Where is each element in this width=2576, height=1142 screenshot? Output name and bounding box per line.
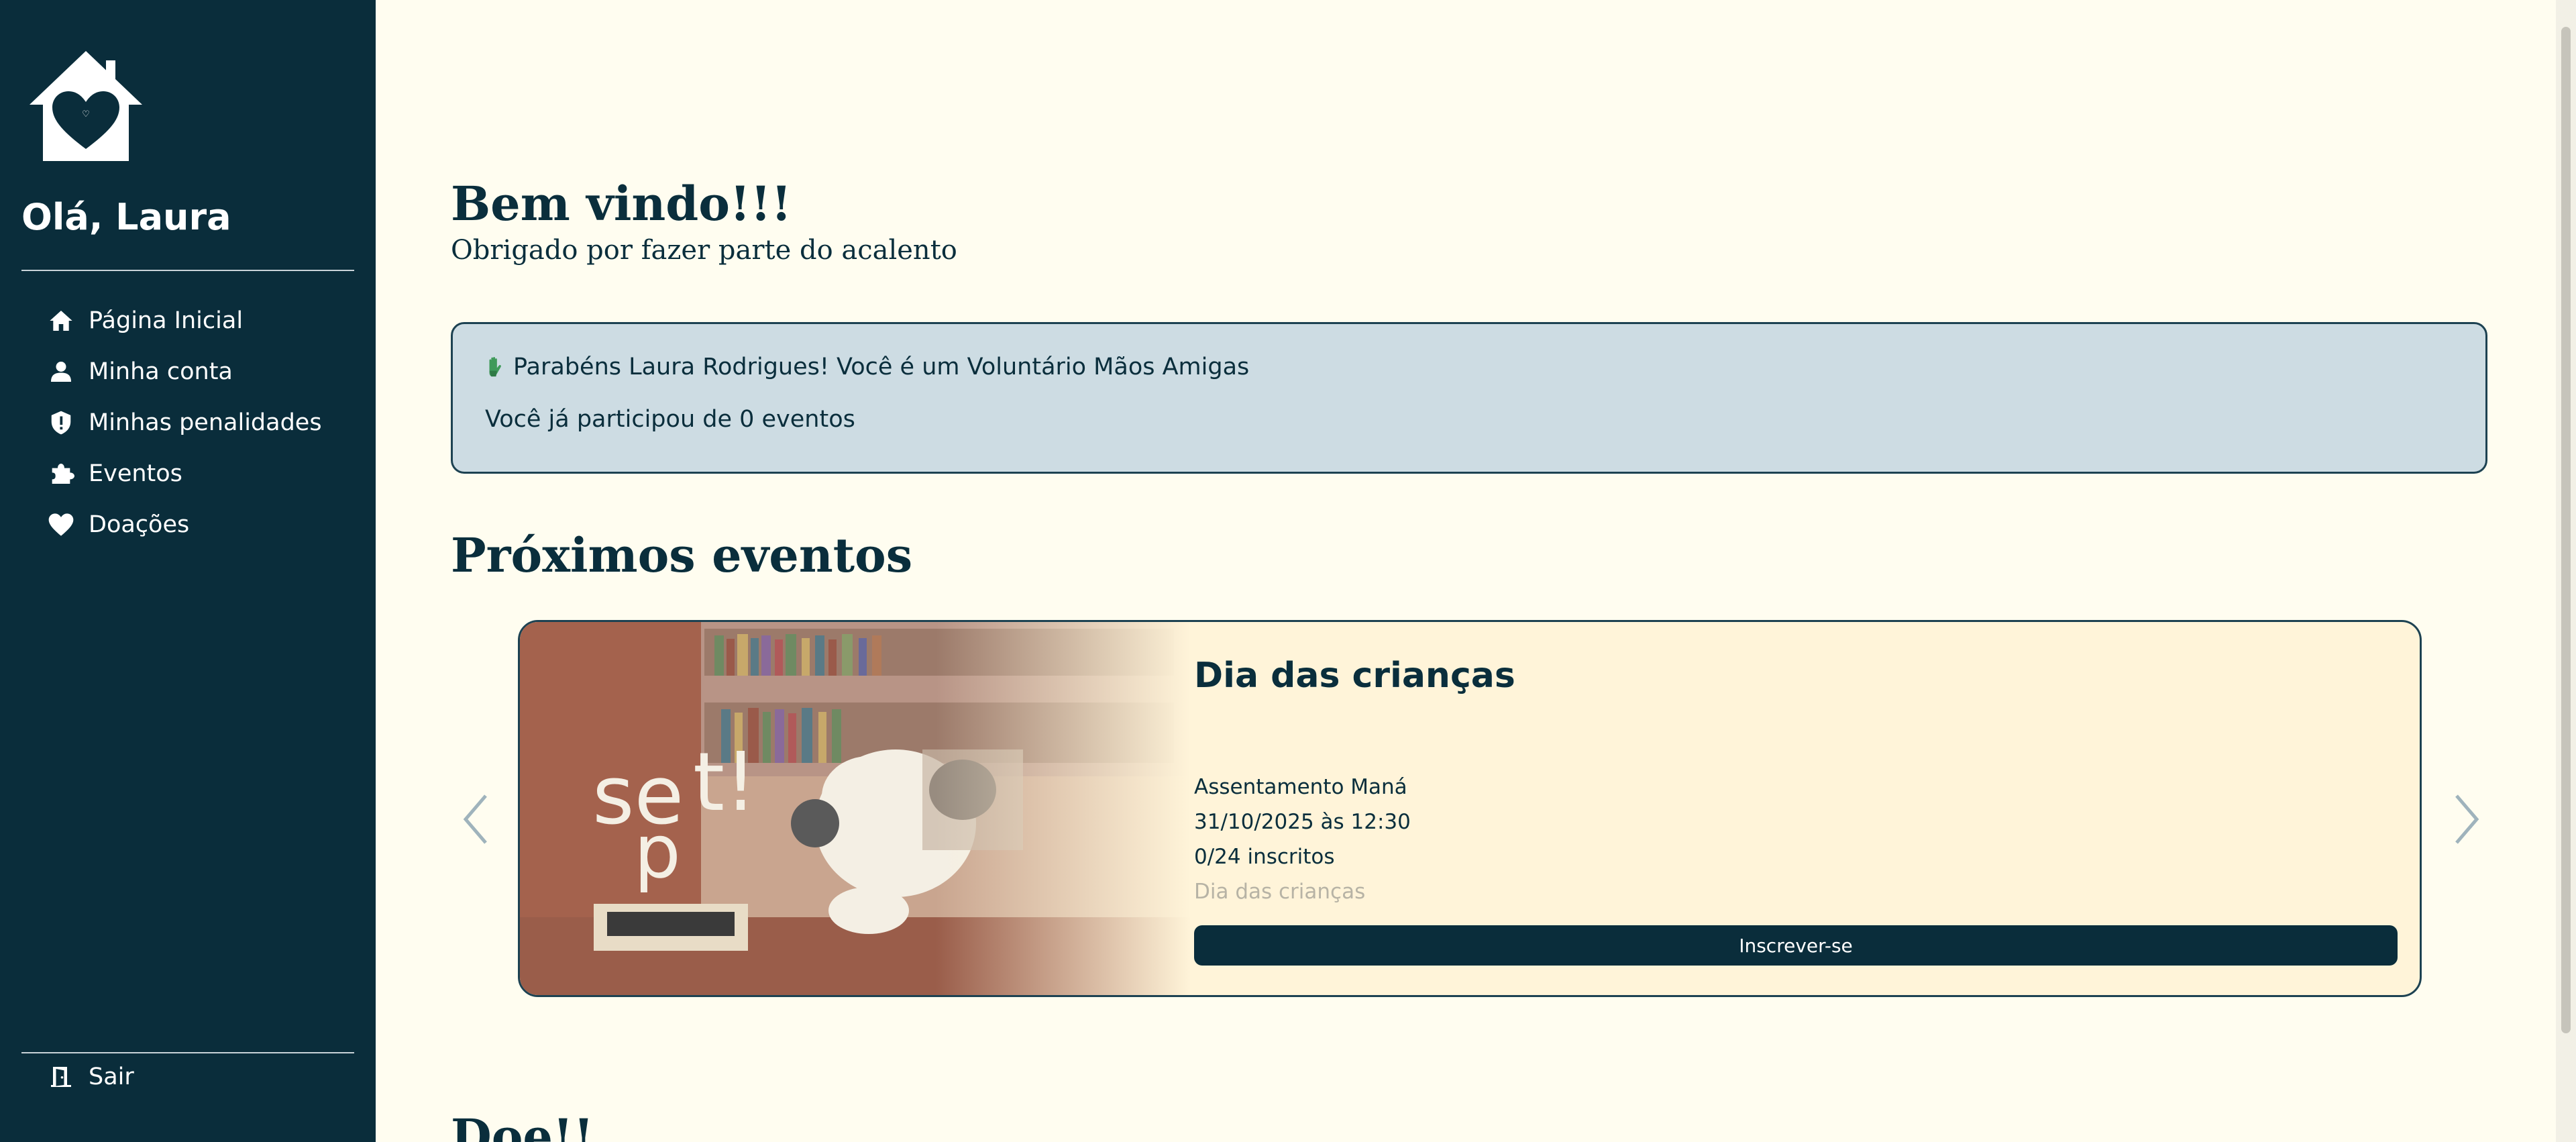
event-description: Dia das crianças (1194, 880, 1366, 904)
logout-label: Sair (89, 1063, 134, 1090)
sidebar-item-label: Doações (89, 511, 190, 538)
sidebar-item-doacoes[interactable]: Doações (46, 499, 368, 550)
sidebar: ♡ Olá, Laura Página Inicial Minha conta … (0, 0, 376, 1142)
event-enrolled-count: 0/24 inscritos (1194, 845, 1335, 869)
welcome-subtitle: Obrigado por fazer parte do acalento (451, 235, 957, 266)
greeting: Olá, Laura (21, 196, 231, 238)
sidebar-nav: Página Inicial Minha conta Minhas penali… (46, 295, 368, 550)
notice-participation-line: Você já participou de 0 eventos (485, 406, 2453, 433)
upcoming-events-title: Próximos eventos (451, 527, 913, 583)
logout-button[interactable]: Sair (46, 1061, 134, 1092)
event-datetime: 31/10/2025 às 12:30 (1194, 810, 1411, 834)
notice-participation-text: Você já participou de 0 eventos (485, 406, 855, 433)
carousel-next-chevron-icon[interactable] (2446, 789, 2486, 849)
puzzle-icon (46, 458, 76, 489)
sidebar-divider-bottom (21, 1052, 354, 1053)
door-exit-icon (46, 1061, 76, 1092)
svg-text:♡: ♡ (82, 109, 90, 119)
notice-congrats-text: Parabéns Laura Rodrigues! Você é um Volu… (513, 354, 1250, 380)
sidebar-item-eventos[interactable]: Eventos (46, 448, 368, 499)
subscribe-button[interactable]: Inscrever-se (1194, 925, 2398, 966)
event-image: se t! p (520, 622, 1191, 995)
sidebar-item-label: Minha conta (89, 358, 233, 385)
event-title: Dia das crianças (1194, 656, 1515, 696)
home-icon (46, 305, 76, 336)
raised-hand-icon (489, 356, 501, 377)
donate-section-title: Doe!! (451, 1108, 594, 1142)
logo-house-heart-icon[interactable]: ♡ (30, 51, 142, 164)
event-card: se t! p Dia das crianças Assentamento Ma… (518, 620, 2422, 997)
user-icon (46, 356, 76, 387)
sidebar-item-label: Página Inicial (89, 307, 244, 334)
event-location: Assentamento Maná (1194, 775, 1407, 799)
notice-congrats-line: Parabéns Laura Rodrigues! Você é um Volu… (485, 354, 2453, 380)
page-scrollbar[interactable] (2556, 0, 2576, 1142)
volunteer-notice: Parabéns Laura Rodrigues! Você é um Volu… (451, 322, 2487, 474)
carousel-prev-chevron-icon[interactable] (456, 789, 496, 849)
event-details: Dia das crianças Assentamento Maná 31/10… (1191, 622, 2420, 995)
welcome-title: Bem vindo!!! (451, 176, 792, 231)
sidebar-divider-top (21, 270, 354, 271)
main-content: Bem vindo!!! Obrigado por fazer parte do… (376, 0, 2556, 1142)
sidebar-item-minhas-penalidades[interactable]: Minhas penalidades (46, 397, 368, 448)
sidebar-item-minha-conta[interactable]: Minha conta (46, 346, 368, 397)
sidebar-item-label: Minhas penalidades (89, 409, 322, 436)
shield-alert-icon (46, 407, 76, 438)
heart-icon (46, 509, 76, 540)
sidebar-item-pagina-inicial[interactable]: Página Inicial (46, 295, 368, 346)
scrollbar-thumb[interactable] (2561, 27, 2571, 1033)
sidebar-item-label: Eventos (89, 460, 182, 487)
